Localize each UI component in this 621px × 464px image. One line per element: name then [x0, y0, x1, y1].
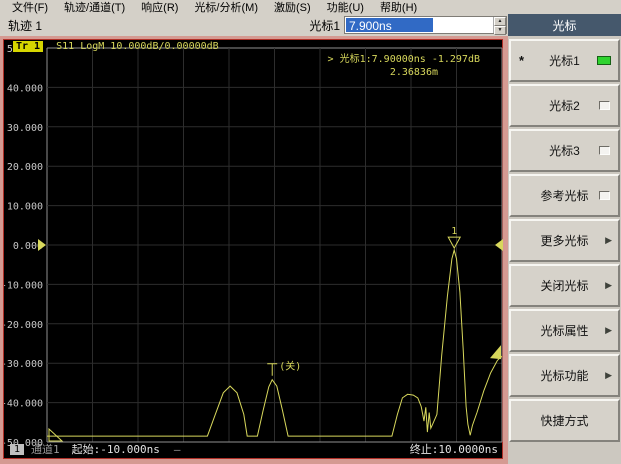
spinner-down-button[interactable]: ▼ [494, 26, 506, 35]
softkey-marker3[interactable]: 光标3 [509, 129, 620, 172]
svg-text:10.000: 10.000 [7, 202, 43, 213]
svg-text:1: 1 [451, 226, 457, 237]
softkey-label: 更多光标 [540, 234, 589, 248]
softkey-label: 光标属性 [540, 324, 589, 338]
marker-readout-line2: 2.36836m [390, 67, 438, 78]
softkey-marker-properties[interactable]: 光标属性 ▶ [509, 309, 620, 352]
softkey-marker1[interactable]: * 光标1 [509, 39, 620, 82]
menu-response[interactable]: 响应(R) [133, 0, 186, 15]
softkey-label: 快捷方式 [540, 414, 589, 428]
svg-text:(关): (关) [279, 360, 301, 373]
softkey-label: 光标2 [549, 99, 580, 113]
marker1-on-indicator [597, 56, 611, 65]
app-window: 文件(F) 轨迹/通道(T) 响应(R) 光标/分析(M) 激励(S) 功能(U… [0, 0, 621, 464]
submenu-arrow-icon: ▶ [605, 280, 612, 290]
sweep-stop-value: 终止:10.0000ns [409, 443, 498, 456]
menu-marker-analysis[interactable]: 光标/分析(M) [186, 0, 266, 15]
svg-text:20.000: 20.000 [7, 162, 43, 173]
softkey-label: 光标1 [549, 54, 580, 68]
menu-utility[interactable]: 功能(U) [319, 0, 372, 15]
trace-measurement-info: S11 LogM 10.000dB/0.00000dB [56, 41, 219, 52]
menu-help[interactable]: 帮助(H) [372, 0, 425, 15]
sweep-start-value: 起始:-10.000ns [71, 443, 160, 456]
softkey-close-markers[interactable]: 关闭光标 ▶ [509, 264, 620, 307]
softkey-marker-functions[interactable]: 光标功能 ▶ [509, 354, 620, 397]
softkey-shortcuts[interactable]: 快捷方式 [509, 399, 620, 442]
marker-position-input[interactable]: 7.900ns ▲ ▼ [344, 16, 507, 35]
channel-number-badge: 1 [10, 443, 25, 455]
menu-file[interactable]: 文件(F) [4, 0, 56, 15]
softkey-marker2[interactable]: 光标2 [509, 84, 620, 127]
softkey-more-markers[interactable]: 更多光标 ▶ [509, 219, 620, 262]
svg-text:-30.000: -30.000 [4, 359, 43, 370]
toolbar: 轨迹 1 光标1 7.900ns ▲ ▼ [0, 14, 508, 36]
marker3-off-checkbox [599, 146, 610, 155]
active-trace-label: 轨迹 1 [8, 18, 43, 33]
submenu-arrow-icon: ▶ [605, 370, 612, 380]
menu-stimulus[interactable]: 激励(S) [266, 0, 319, 15]
graticule-plot: 50.00040.00030.00020.00010.0000.000-10.0… [4, 44, 503, 449]
softkey-label: 光标3 [549, 144, 580, 158]
softkey-reference-marker[interactable]: 参考光标 [509, 174, 620, 217]
status-separator: — [173, 442, 181, 456]
softkey-label: 参考光标 [540, 189, 589, 203]
sidebar-title: 光标 [508, 14, 621, 36]
menu-trace-channel[interactable]: 轨迹/通道(T) [56, 0, 133, 15]
softkey-sidebar: * 光标1 光标2 光标3 参考光标 更多光标 ▶ 关闭光标 ▶ 光标属性 ▶ … [508, 36, 621, 464]
reference-marker-off-checkbox [599, 191, 610, 200]
softkey-label: 关闭光标 [540, 279, 589, 293]
svg-text:30.000: 30.000 [7, 123, 43, 134]
trace-status-line: Tr 1 S11 LogM 10.000dB/0.00000dB [13, 41, 219, 52]
svg-text:-20.000: -20.000 [4, 320, 43, 331]
channel-status-bar: 1 通道1 起始:-10.000ns — 终止:10.0000ns [10, 442, 498, 456]
active-marker-star: * [519, 53, 525, 68]
submenu-arrow-icon: ▶ [605, 235, 612, 245]
marker-position-spinner: ▲ ▼ [493, 17, 506, 35]
submenu-arrow-icon: ▶ [605, 325, 612, 335]
channel-display-frame: Tr 1 S11 LogM 10.000dB/0.00000dB 50.0004… [0, 36, 508, 464]
softkey-label: 光标功能 [540, 369, 589, 383]
marker-entry: 光标1 7.900ns ▲ ▼ [309, 16, 508, 35]
channel-name: 通道1 [31, 443, 60, 456]
trace-badge[interactable]: Tr 1 [13, 41, 44, 52]
spinner-up-button[interactable]: ▲ [494, 17, 506, 26]
marker-position-value[interactable]: 7.900ns [346, 18, 433, 33]
svg-text:40.000: 40.000 [7, 83, 43, 94]
svg-text:-40.000: -40.000 [4, 399, 43, 410]
channel-display: Tr 1 S11 LogM 10.000dB/0.00000dB 50.0004… [3, 39, 503, 459]
marker2-off-checkbox [599, 101, 610, 110]
menu-bar: 文件(F) 轨迹/通道(T) 响应(R) 光标/分析(M) 激励(S) 功能(U… [0, 0, 621, 14]
marker-entry-label: 光标1 [309, 18, 340, 33]
marker-readout-line1: > 光标1:7.90000ns -1.297dB [328, 52, 480, 65]
svg-text:-10.000: -10.000 [4, 280, 43, 291]
